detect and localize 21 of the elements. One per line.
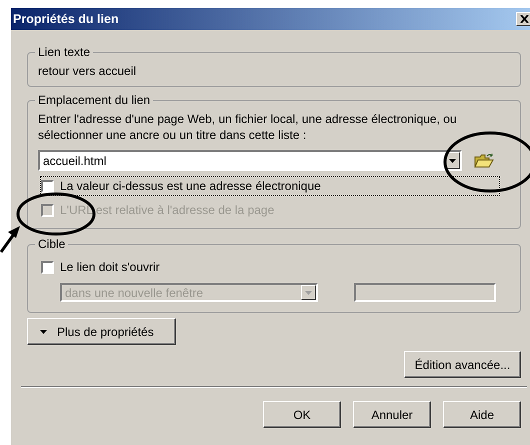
instruction-text: Entrer l'adresse d'une page Web, un fichier local, une adresse électronique, ou sélectionner une ancre ou un titre dans cette liste : xyxy=(38,111,458,143)
url-combobox[interactable]: accueil.html xyxy=(38,150,462,171)
dialog-button[interactable]: OK xyxy=(263,401,341,428)
folder-icon[interactable] xyxy=(474,152,494,168)
advanced-edit-button[interactable]: Édition avancée... xyxy=(404,351,521,378)
group-label: Emplacement du lien xyxy=(37,93,152,107)
checkbox-option[interactable]: Le lien doit s'ouvrir xyxy=(40,257,165,277)
dialog-button[interactable]: Annuler xyxy=(353,401,431,428)
caret-icon xyxy=(449,158,456,162)
more-properties-button[interactable]: Plus de propriétés xyxy=(27,318,176,345)
caret-icon xyxy=(305,290,312,294)
group-label: Lien texte xyxy=(37,45,92,59)
caret-icon xyxy=(40,330,47,334)
close-button[interactable] xyxy=(516,12,530,26)
window-title: Propriétés du lien xyxy=(13,12,119,26)
group-label: Cible xyxy=(37,237,66,251)
dialog-button[interactable]: Aide xyxy=(443,401,521,428)
link-text-value: retour vers accueil xyxy=(38,64,138,78)
annotation-arrow xyxy=(0,226,20,253)
checkbox-option[interactable]: La valeur ci-dessus est une adresse électronique xyxy=(40,176,500,196)
close-icon xyxy=(520,15,528,23)
